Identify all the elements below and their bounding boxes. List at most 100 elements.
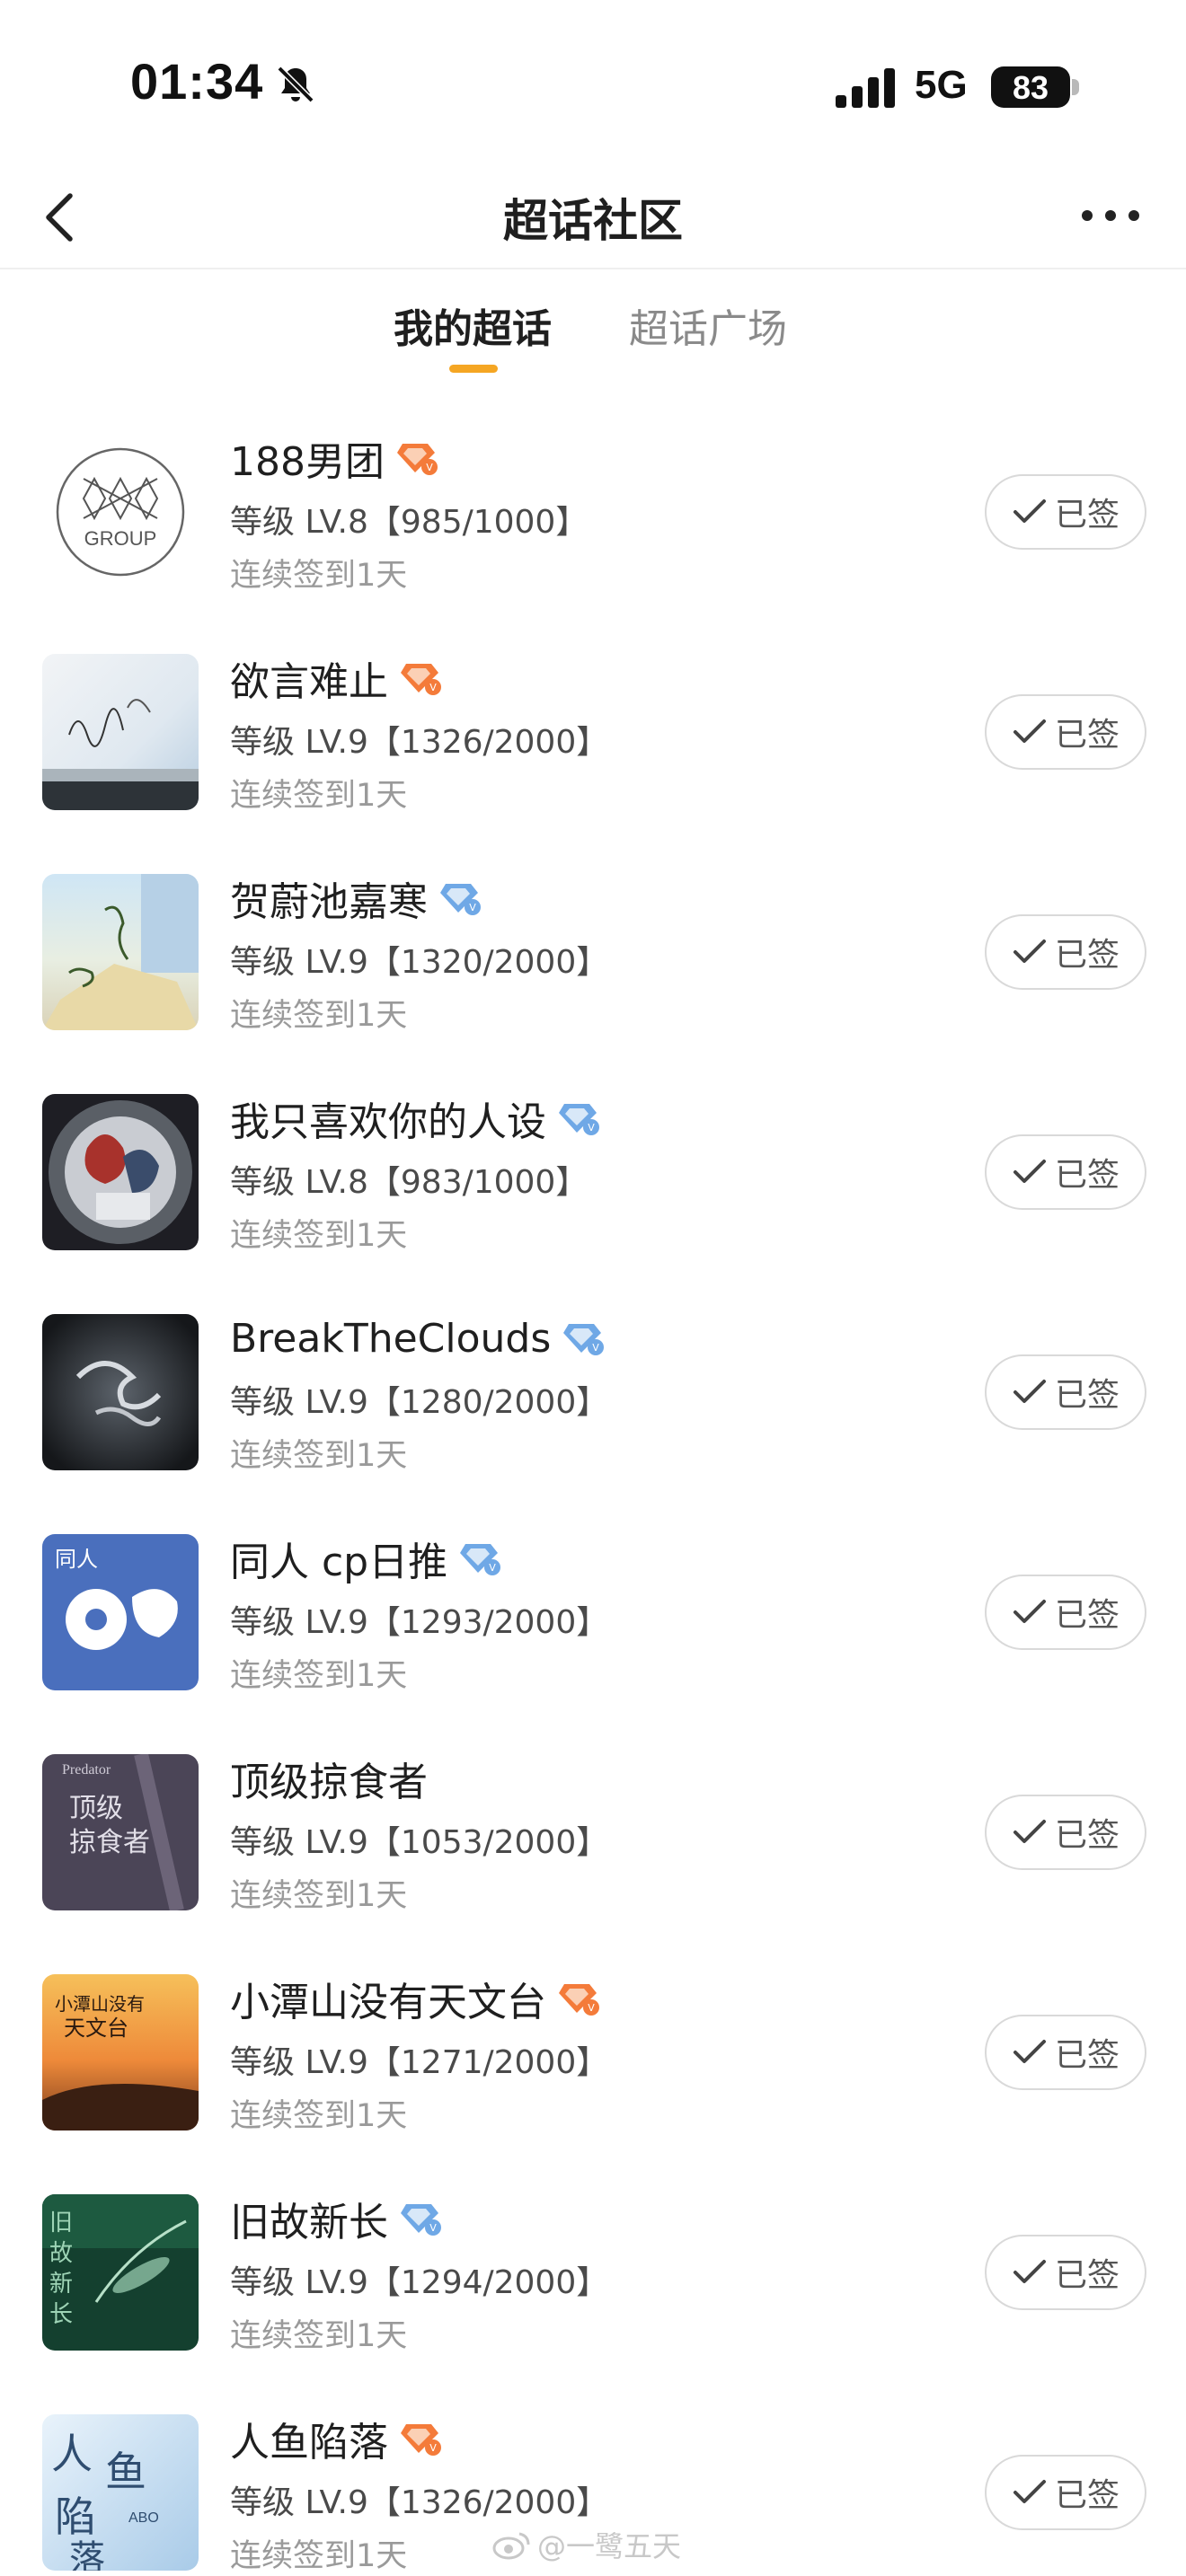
topic-name: 小潭山没有天文台: [230, 1980, 546, 2025]
signed-label: 已签: [1054, 1377, 1120, 1414]
signed-button[interactable]: 已签: [985, 474, 1146, 550]
topic-level: 等级 LV.9【1326/2000】: [230, 724, 609, 761]
signed-label: 已签: [1054, 2477, 1120, 2514]
signed-button[interactable]: 已签: [985, 2455, 1146, 2530]
list-item[interactable]: GROUP 188男团 V 等级 LV.8【985/1000】 连续签到1天 已…: [0, 386, 1186, 606]
signed-label: 已签: [1054, 937, 1120, 974]
bell-slash-icon: [277, 66, 314, 103]
topic-name: 188男团: [230, 439, 385, 485]
svg-text:小潭山没有: 小潭山没有: [55, 1993, 145, 2015]
blue-rank-icon: V: [401, 2204, 441, 2236]
orange-rank-icon: V: [401, 664, 441, 695]
topic-streak: 连续签到1天: [230, 2538, 408, 2574]
topic-streak: 连续签到1天: [230, 1438, 408, 1474]
topic-avatar: [42, 654, 199, 810]
svg-text:GROUP: GROUP: [84, 527, 157, 550]
signed-button[interactable]: 已签: [985, 1795, 1146, 1870]
app-screen: 01:34 5G 83 超话社区 我的超话 超话广场 GROUP 188男团 V…: [0, 0, 1186, 2576]
list-item[interactable]: 贺蔚池嘉寒 V 等级 LV.9【1320/2000】 连续签到1天 已签: [0, 826, 1186, 1046]
topic-streak: 连续签到1天: [230, 1218, 408, 1254]
svg-text:长: 长: [49, 2301, 73, 2328]
network-type: 5G: [915, 63, 968, 107]
svg-text:旧: 旧: [49, 2210, 73, 2236]
check-icon: [1013, 2040, 1046, 2063]
list-item[interactable]: 欲言难止 V 等级 LV.9【1326/2000】 连续签到1天 已签: [0, 606, 1186, 826]
check-icon: [1013, 1160, 1046, 1183]
topic-avatar: Predator 顶级 掠食者: [42, 1754, 199, 1910]
list-item[interactable]: BreakTheClouds V 等级 LV.9【1280/2000】 连续签到…: [0, 1266, 1186, 1486]
svg-text:V: V: [469, 902, 476, 913]
watermark-text: @一鹭五天: [537, 2529, 682, 2563]
tab-indicator: [449, 365, 498, 373]
topic-avatar: [42, 1314, 199, 1470]
tab-topic-square[interactable]: 超话广场: [629, 296, 787, 354]
topic-streak: 连续签到1天: [230, 558, 408, 594]
topic-name: 贺蔚池嘉寒: [230, 879, 428, 925]
orange-rank-icon: V: [401, 2424, 441, 2456]
topic-streak: 连续签到1天: [230, 778, 408, 814]
tab-my-topics[interactable]: 我的超话: [394, 296, 552, 354]
battery-level: 83: [1012, 69, 1049, 106]
topic-name: BreakTheClouds: [230, 1315, 552, 1362]
topic-level: 等级 LV.8【983/1000】: [230, 1164, 589, 1201]
check-icon: [1013, 1380, 1046, 1403]
svg-text:V: V: [429, 2222, 437, 2234]
status-bar: 01:34 5G 83: [0, 0, 1186, 162]
blue-rank-icon: V: [440, 884, 481, 915]
svg-text:鱼: 鱼: [105, 2448, 146, 2496]
signed-button[interactable]: 已签: [985, 2015, 1146, 2090]
svg-text:人: 人: [51, 2430, 93, 2478]
signed-label: 已签: [1054, 2257, 1120, 2294]
topic-avatar: [42, 1094, 199, 1250]
tab-bar: 我的超话 超话广场: [0, 269, 1186, 386]
signed-button[interactable]: 已签: [985, 694, 1146, 770]
topic-streak: 连续签到1天: [230, 1658, 408, 1694]
signed-label: 已签: [1054, 1157, 1120, 1194]
topic-avatar: 同人: [42, 1534, 199, 1690]
list-item[interactable]: 小潭山没有 天文台 小潭山没有天文台 V 等级 LV.9【1271/2000】 …: [0, 1927, 1186, 2147]
blue-rank-icon: V: [563, 1324, 605, 1355]
signed-button[interactable]: 已签: [985, 914, 1146, 990]
topic-avatar: 小潭山没有 天文台: [42, 1974, 199, 2130]
svg-text:V: V: [588, 1122, 595, 1134]
list-item[interactable]: 旧 故 新 长 旧故新长 V 等级 LV.9【1294/2000】 连续签到1天: [0, 2147, 1186, 2367]
svg-text:故: 故: [49, 2240, 73, 2267]
signed-button[interactable]: 已签: [985, 2235, 1146, 2310]
signed-button[interactable]: 已签: [985, 1354, 1146, 1430]
orange-rank-icon: V: [396, 444, 438, 475]
topic-name: 人鱼陷落: [230, 2420, 388, 2466]
topic-level: 等级 LV.8【985/1000】: [230, 504, 589, 541]
signed-label: 已签: [1054, 497, 1120, 534]
check-icon: [1013, 1600, 1046, 1623]
topic-level: 等级 LV.9【1320/2000】: [230, 944, 609, 981]
page-title: 超话社区: [503, 195, 683, 247]
check-icon: [1013, 2260, 1046, 2283]
blue-rank-icon: V: [460, 1544, 501, 1575]
list-item[interactable]: Predator 顶级 掠食者 顶级掠食者 等级 LV.9【1053/2000】…: [0, 1707, 1186, 1927]
blue-rank-icon: V: [559, 1104, 599, 1135]
more-dots-icon[interactable]: [1075, 189, 1146, 243]
signed-label: 已签: [1054, 1817, 1120, 1854]
topic-list: GROUP 188男团 V 等级 LV.8【985/1000】 连续签到1天 已…: [0, 386, 1186, 2576]
svg-text:掠食者: 掠食者: [69, 1827, 150, 1858]
svg-text:顶级: 顶级: [69, 1793, 123, 1824]
topic-name: 顶级掠食者: [230, 1760, 428, 1805]
topic-name: 同人 cp日推: [230, 1539, 448, 1585]
list-item[interactable]: 我只喜欢你的人设 V 等级 LV.8【983/1000】 连续签到1天 已签: [0, 1046, 1186, 1266]
topic-streak: 连续签到1天: [230, 2098, 408, 2134]
signed-button[interactable]: 已签: [985, 1134, 1146, 1210]
topic-level: 等级 LV.9【1294/2000】: [230, 2264, 609, 2301]
topic-avatar: 人 鱼 陷 落 ABO: [42, 2414, 199, 2571]
topic-name: 欲言难止: [230, 659, 388, 705]
signed-button[interactable]: 已签: [985, 1575, 1146, 1650]
svg-text:陷: 陷: [55, 2492, 96, 2541]
signed-label: 已签: [1054, 717, 1120, 754]
svg-text:落: 落: [69, 2538, 105, 2571]
svg-text:V: V: [489, 1562, 496, 1574]
topic-streak: 连续签到1天: [230, 2318, 408, 2354]
topic-streak: 连续签到1天: [230, 1878, 408, 1914]
signed-label: 已签: [1054, 1597, 1120, 1634]
svg-text:新: 新: [49, 2271, 73, 2298]
list-item[interactable]: 同人 同人 cp日推 V 等级 LV.9【1293/2000】 连续签到1天 已…: [0, 1486, 1186, 1707]
watermark: @一鹭五天: [492, 2524, 681, 2565]
